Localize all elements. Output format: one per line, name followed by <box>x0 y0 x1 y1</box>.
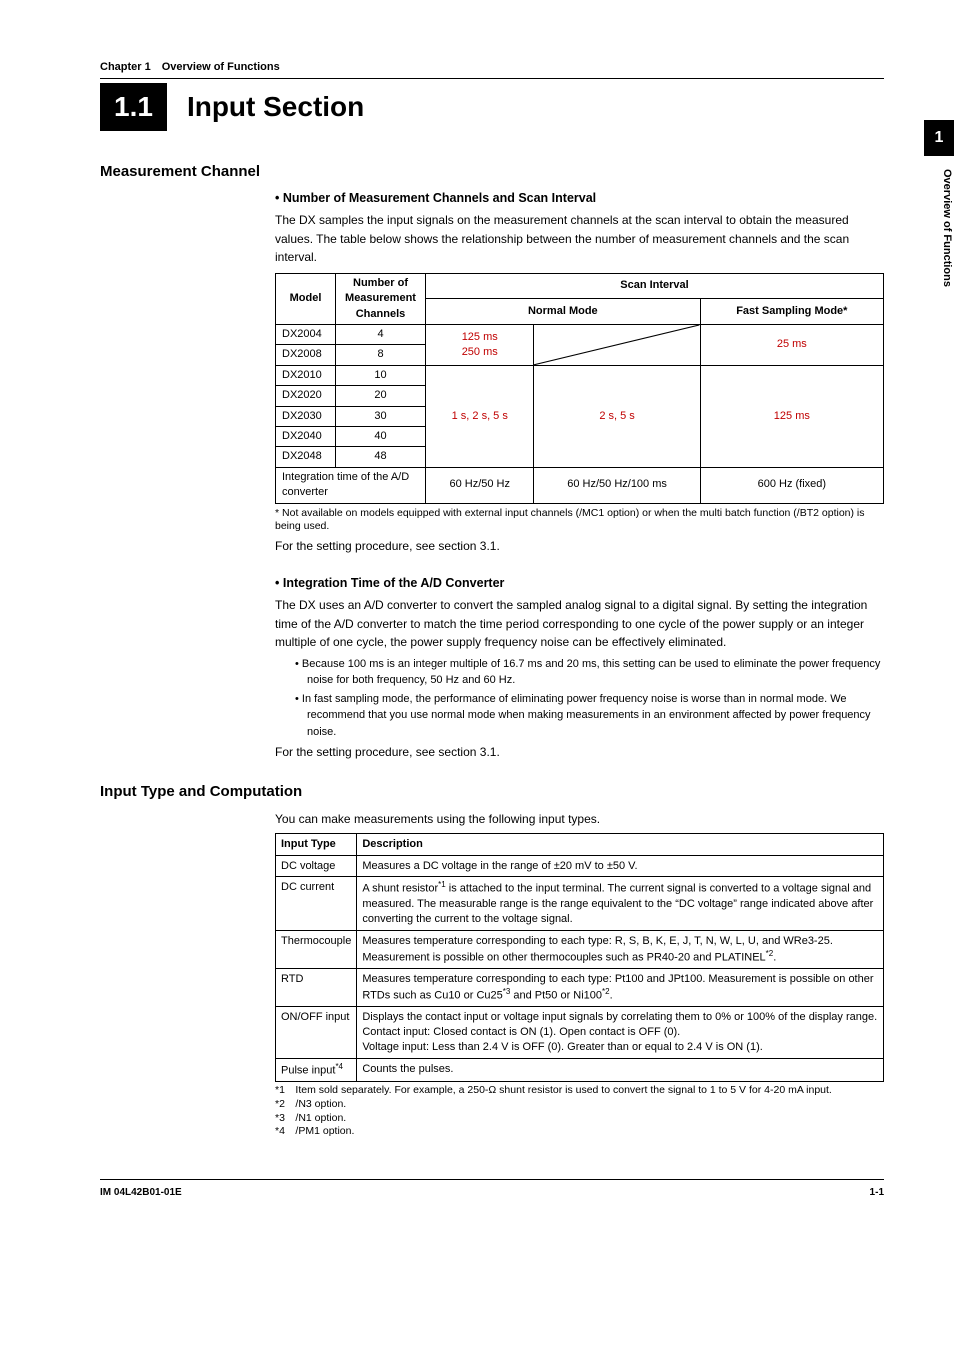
desc-cell: Displays the contact input or voltage in… <box>357 1007 884 1059</box>
desc-cell: Measures a DC voltage in the range of ±2… <box>357 855 884 877</box>
footer-page-number: 1-1 <box>870 1186 884 1200</box>
section-heading: 1.1 Input Section <box>100 83 884 130</box>
input-type-table: Input Type Description DC voltageMeasure… <box>275 833 884 1083</box>
footer-doc-id: IM 04L42B01-01E <box>100 1186 182 1200</box>
th-channels: Number of Measurement Channels <box>336 273 426 324</box>
table-row: DC currentA shunt resistor*1 is attached… <box>276 877 884 930</box>
chapter-header-line: Chapter 1 Overview of Functions <box>100 60 884 79</box>
table-row: DX2004 4 125 ms 250 ms 25 ms <box>276 325 884 345</box>
section-number: 1.1 <box>100 83 167 130</box>
input-type-footnotes: *1 Item sold separately. For example, a … <box>275 1084 884 1139</box>
cell-normal-2-left: 1 s, 2 s, 5 s <box>426 365 534 467</box>
cell-fast-1: 25 ms <box>700 325 883 366</box>
th-scan-interval: Scan Interval <box>426 273 884 299</box>
footnote-line: *3 /N1 option. <box>275 1112 884 1126</box>
table-row: ON/OFF inputDisplays the contact input o… <box>276 1007 884 1059</box>
th-model: Model <box>276 273 336 324</box>
paragraph: The DX uses an A/D converter to convert … <box>275 596 884 652</box>
footnote-line: *2 /N3 option. <box>275 1098 884 1112</box>
section-title: Input Section <box>187 87 364 126</box>
table-row-ad: Integration time of the A/D converter 60… <box>276 467 884 503</box>
cell-fast-2: 125 ms <box>700 365 883 467</box>
h3-num-channels-scan-interval: Number of Measurement Channels and Scan … <box>275 190 884 208</box>
cross-reference: For the setting procedure, see section 3… <box>275 744 884 761</box>
bullet-item: Because 100 ms is an integer multiple of… <box>295 656 884 689</box>
desc-cell: A shunt resistor*1 is attached to the in… <box>357 877 884 930</box>
table-row: ThermocoupleMeasures temperature corresp… <box>276 930 884 968</box>
bullet-item: In fast sampling mode, the performance o… <box>295 691 884 741</box>
cross-reference: For the setting procedure, see section 3… <box>275 538 884 555</box>
th-normal-mode: Normal Mode <box>426 299 701 325</box>
subsection-input-type: Input Type and Computation <box>100 781 884 802</box>
page-footer: IM 04L42B01-01E 1-1 <box>100 1179 884 1200</box>
desc-cell: Counts the pulses. <box>357 1058 884 1082</box>
diagonal-line-icon <box>534 325 699 365</box>
table-row: RTDMeasures temperature corresponding to… <box>276 969 884 1007</box>
bullet-list: Because 100 ms is an integer multiple of… <box>295 656 884 741</box>
footnote-line: *4 /PM1 option. <box>275 1125 884 1139</box>
cell-normal-1: 125 ms 250 ms <box>426 325 534 366</box>
desc-cell: Measures temperature corresponding to ea… <box>357 969 884 1007</box>
table-row: DC voltageMeasures a DC voltage in the r… <box>276 855 884 877</box>
table-row: DX2010 10 1 s, 2 s, 5 s 2 s, 5 s 125 ms <box>276 365 884 385</box>
paragraph: The DX samples the input signals on the … <box>275 211 884 267</box>
th-input-type: Input Type <box>276 833 357 855</box>
th-fast-mode: Fast Sampling Mode* <box>700 299 883 325</box>
type-cell: Pulse input*4 <box>276 1058 357 1082</box>
desc-cell: Measures temperature corresponding to ea… <box>357 930 884 968</box>
cell-diagonal <box>534 325 700 366</box>
paragraph: You can make measurements using the foll… <box>275 810 884 829</box>
scan-interval-table: Model Number of Measurement Channels Sca… <box>275 273 884 504</box>
h3-integration-time: Integration Time of the A/D Converter <box>275 575 884 593</box>
page-content: Chapter 1 Overview of Functions 1.1 Inpu… <box>0 0 954 1220</box>
cell-normal-2-right: 2 s, 5 s <box>534 365 700 467</box>
th-description: Description <box>357 833 884 855</box>
table-row: Pulse input*4Counts the pulses. <box>276 1058 884 1082</box>
subsection-measurement-channel: Measurement Channel <box>100 161 884 182</box>
table-footnote: Not available on models equipped with ex… <box>275 507 884 534</box>
footnote-line: *1 Item sold separately. For example, a … <box>275 1084 884 1098</box>
